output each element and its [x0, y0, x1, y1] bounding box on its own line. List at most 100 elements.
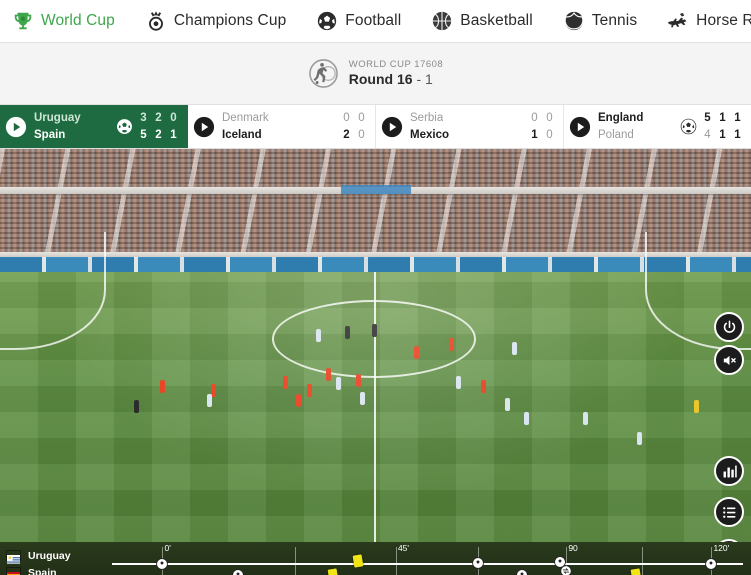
stand-banner — [341, 185, 411, 194]
player-marker — [336, 377, 341, 390]
timeline-goal-icon[interactable] — [156, 558, 169, 571]
play-icon[interactable] — [5, 116, 27, 138]
home-team-name: England — [598, 111, 644, 124]
match-cell-uruguay-spain[interactable]: Uruguay Spain 3 5 2 2 0 1 — [0, 105, 188, 148]
home-score-2: 0 — [170, 111, 177, 124]
lineups-button[interactable] — [714, 497, 744, 527]
football-pitch — [0, 232, 751, 542]
nav-item-label: Champions Cup — [173, 12, 287, 29]
nav-item-tennis[interactable]: Tennis — [563, 10, 637, 32]
stadium-crowd — [0, 149, 751, 259]
spain-flag — [6, 567, 21, 575]
player-marker — [160, 380, 165, 393]
play-icon[interactable] — [193, 116, 215, 138]
timeline-tick-label: 0' — [164, 543, 171, 553]
timeline-yellow-card[interactable] — [352, 554, 364, 568]
player-marker — [512, 342, 517, 355]
home-score-2: 1 — [734, 111, 741, 124]
football-icon — [316, 10, 338, 32]
player-marker — [524, 412, 529, 425]
match-video-stage[interactable] — [0, 149, 751, 542]
timeline-goal-icon[interactable] — [705, 558, 718, 571]
timeline-team-row: Uruguay — [6, 547, 110, 564]
round-label: Round 16 — [348, 70, 413, 87]
home-score-0: 5 — [704, 111, 711, 124]
score-numbers: 3 5 2 2 0 1 — [136, 110, 181, 143]
player-marker — [134, 400, 139, 413]
home-team-name: Uruguay — [34, 111, 81, 124]
timeline-goal-icon[interactable] — [516, 569, 529, 575]
timeline-team-legend: Uruguay Spain — [6, 547, 110, 575]
timeline-goal-icon[interactable] — [471, 557, 484, 570]
timeline-tick-label: 120' — [713, 543, 730, 553]
horse-icon — [667, 10, 689, 32]
nav-item-horse-racing[interactable]: Horse Racing — [667, 10, 751, 32]
player-marker — [414, 346, 419, 359]
nav-item-label: World Cup — [41, 12, 115, 29]
timeline-yellow-card[interactable] — [630, 568, 642, 575]
timeline-axis — [112, 563, 743, 565]
player-marker — [283, 376, 288, 389]
penalty-box-left — [0, 232, 106, 350]
power-button[interactable] — [714, 312, 744, 342]
player-marker — [316, 329, 321, 342]
timeline-substitution-icon[interactable] — [560, 565, 573, 575]
player-marker — [345, 326, 350, 339]
nav-item-world-cup[interactable]: World Cup — [12, 10, 115, 32]
timeline-goal-icon[interactable] — [232, 569, 245, 575]
nav-item-label: Football — [345, 12, 402, 29]
timeline-team-row: Spain — [6, 564, 110, 575]
play-icon[interactable] — [569, 116, 591, 138]
match-cell-serbia-mexico[interactable]: Serbia Mexico 0 1 0 0 — [376, 105, 564, 148]
round-suffix: - 1 — [416, 70, 433, 87]
match-cell-england-poland[interactable]: England Poland 5 4 1 1 1 1 — [564, 105, 751, 148]
statistics-button[interactable] — [714, 456, 744, 486]
home-team-name: Serbia — [410, 111, 444, 124]
app-root: World Cup Champions Cup Football Basketb… — [0, 0, 751, 575]
player-marker — [372, 324, 377, 337]
home-score-0: 3 — [140, 111, 147, 124]
nav-item-label: Tennis — [591, 12, 638, 29]
home-score-0: 0 — [343, 111, 350, 124]
match-cell-denmark-iceland[interactable]: Denmark Iceland 0 2 0 0 — [188, 105, 376, 148]
timeline-track[interactable]: 0' 45' 90 120' — [112, 542, 743, 575]
home-score-0: 0 — [531, 111, 538, 124]
match-timeline[interactable]: Uruguay Spain 0' 45' 90 120' — [0, 542, 751, 575]
timeline-team-name: Spain — [28, 566, 57, 575]
team-names: England Poland — [598, 110, 678, 143]
timeline-team-name: Uruguay — [28, 549, 71, 562]
trophy-icon — [12, 10, 34, 32]
mute-button[interactable] — [714, 345, 744, 375]
primary-nav: World Cup Champions Cup Football Basketb… — [0, 0, 751, 43]
medal-icon — [145, 10, 167, 32]
nav-item-label: Basketball — [460, 12, 533, 29]
away-score-0: 1 — [531, 128, 538, 141]
round-title: Round 16 - 1 — [349, 71, 443, 89]
away-team-name: Spain — [34, 128, 66, 141]
away-score-1: 2 — [155, 128, 162, 141]
home-score-1: 0 — [546, 111, 553, 124]
away-score-1: 1 — [719, 128, 726, 141]
nav-item-label: Horse Racing — [696, 12, 751, 29]
basketball-icon — [431, 10, 453, 32]
timeline-tick-label: 90 — [568, 543, 578, 553]
away-team-name: Mexico — [410, 128, 449, 141]
away-team-name: Poland — [598, 128, 634, 141]
away-team-name: Iceland — [222, 128, 262, 141]
score-numbers: 0 2 0 0 — [339, 110, 369, 143]
center-circle — [272, 300, 476, 378]
nav-item-football[interactable]: Football — [316, 10, 401, 32]
player-marker — [207, 394, 212, 407]
player-marker — [307, 384, 312, 397]
player-marker — [211, 384, 216, 397]
halfway-line — [374, 272, 376, 542]
play-icon[interactable] — [381, 116, 403, 138]
timeline-gridline — [294, 547, 296, 575]
team-names: Denmark Iceland — [222, 110, 339, 143]
football-player-badge-icon — [308, 58, 339, 89]
team-names: Uruguay Spain — [34, 110, 114, 143]
away-score-0: 2 — [343, 128, 350, 141]
timeline-yellow-card[interactable] — [327, 568, 339, 575]
nav-item-basketball[interactable]: Basketball — [431, 10, 533, 32]
nav-item-champions-cup[interactable]: Champions Cup — [145, 10, 286, 32]
